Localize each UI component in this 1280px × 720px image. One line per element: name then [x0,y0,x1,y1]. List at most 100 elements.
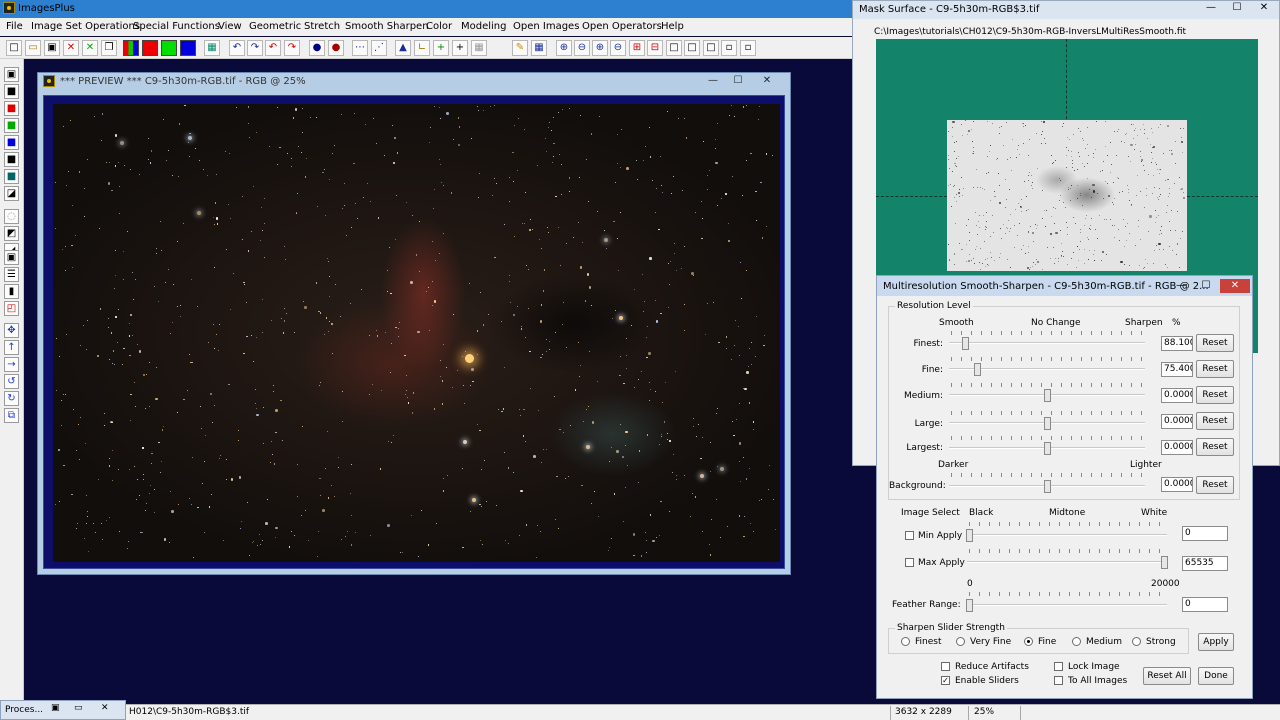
minimized-restore-icon[interactable]: ▣ [51,703,60,713]
select-icon[interactable]: ◰ [4,301,19,316]
largest-reset-button[interactable]: Reset [1196,438,1234,456]
menu-open-images[interactable]: Open Images [513,21,579,32]
mask-close-button[interactable]: ✕ [1251,1,1277,15]
done-button[interactable]: Done [1198,667,1234,685]
preview-titlebar[interactable]: *** PREVIEW *** C9-5h30m-RGB.tif - RGB @… [38,73,790,90]
menu-special-functions[interactable]: Special Functions [133,21,220,32]
to-all-images-checkbox[interactable] [1054,676,1063,685]
blue-box-icon[interactable]: ■ [4,135,19,150]
strength-strong-radio[interactable] [1132,637,1141,646]
feather-slider[interactable] [966,599,973,612]
black-rect-icon[interactable]: ▮ [4,284,19,299]
minimized-close-icon[interactable]: ✕ [101,703,109,713]
minimized-minimize-icon[interactable]: ▭ [74,703,83,713]
large-slider[interactable] [1044,417,1051,430]
enable-sliders-checkbox[interactable]: ✓ [941,676,950,685]
max-apply-checkbox[interactable] [905,558,914,567]
save-icon[interactable]: ▣ [44,40,60,56]
add-icon[interactable]: + [433,40,449,56]
pencil-icon[interactable]: ✎ [512,40,528,56]
red-channel-icon[interactable] [142,40,158,56]
rotate-left-icon[interactable]: ↺ [4,374,19,389]
fine-reset-button[interactable]: Reset [1196,360,1234,378]
fine-slider[interactable] [974,363,981,376]
blue-channel-icon[interactable] [180,40,196,56]
menu-view[interactable]: View [218,21,242,32]
arrow-up-icon[interactable]: ↑ [4,340,19,355]
fine-value[interactable]: 75.4000 [1161,362,1193,377]
table-icon[interactable]: ▦ [531,40,547,56]
select-grid-icon[interactable]: ▦ [471,40,487,56]
zoom-fit-icon[interactable]: ⊕ [592,40,608,56]
minimize-button[interactable]: — [700,74,726,88]
maximize-button[interactable]: ☐ [725,74,751,88]
close-icon[interactable]: ✕ [63,40,79,56]
menu-open-operators[interactable]: Open Operators [582,21,662,32]
max-apply-slider[interactable] [1161,556,1168,569]
save-icon[interactable]: ▣ [4,67,19,82]
mask-titlebar[interactable]: Mask Surface - C9-5h30m-RGB$3.tif — ☐ ✕ [853,1,1279,19]
menu-geometric[interactable]: Geometric [249,21,301,32]
redo-icon[interactable]: ↷ [247,40,263,56]
zoom-out-icon[interactable]: ⊖ [574,40,590,56]
box-arrow-icon[interactable]: ⧉ [4,408,19,423]
feather-value[interactable]: 0 [1182,597,1228,612]
medium-value[interactable]: 0.0000 [1161,388,1193,403]
finest-slider[interactable] [962,337,969,350]
target-icon[interactable]: ▣ [4,250,19,265]
minimized-process-window[interactable]: Proces... ▣ ▭ ✕ [0,700,126,720]
red-box-icon[interactable]: ■ [4,101,19,116]
box3-icon[interactable]: □ [703,40,719,56]
copy-icon[interactable]: ❐ [101,40,117,56]
medium-reset-button[interactable]: Reset [1196,386,1234,404]
close-button[interactable]: ✕ [754,74,780,88]
largest-value[interactable]: 0.0000 [1161,440,1193,455]
crosshair-icon[interactable]: + [452,40,468,56]
dialog-titlebar[interactable]: Multiresolution Smooth-Sharpen - C9-5h30… [877,276,1252,296]
move-points-icon[interactable]: ⋰ [371,40,387,56]
dialog-minimize-button[interactable]: — [1168,279,1194,293]
medium-slider[interactable] [1044,389,1051,402]
point-icon[interactable]: ● [309,40,325,56]
minus-box-icon[interactable]: ⊟ [647,40,663,56]
large-reset-button[interactable]: Reset [1196,412,1234,430]
menu-modeling[interactable]: Modeling [461,21,507,32]
min-apply-value[interactable]: 0 [1182,526,1228,541]
largest-slider[interactable] [1044,442,1051,455]
apply-button[interactable]: Apply [1198,633,1234,651]
preview-image[interactable] [53,104,780,562]
finest-reset-button[interactable]: Reset [1196,334,1234,352]
box2-icon[interactable]: □ [684,40,700,56]
bars-icon[interactable]: ☰ [4,267,19,282]
reset-all-button[interactable]: Reset All [1143,667,1191,685]
move-icon[interactable]: ✥ [4,323,19,338]
layers-icon[interactable]: ■ [4,152,19,167]
dialog-close-button[interactable]: ✕ [1220,279,1250,293]
undo-icon[interactable]: ↶ [229,40,245,56]
reduce-artifacts-checkbox[interactable] [941,662,950,671]
box1-icon[interactable]: □ [666,40,682,56]
strength-fine-radio[interactable] [1024,637,1033,646]
axis-icon[interactable]: ∟ [414,40,430,56]
black-corner-icon[interactable]: ◪ [4,186,19,201]
lasso-icon[interactable]: ◌ [4,209,19,224]
rgb-icon[interactable] [123,40,139,56]
min-apply-slider[interactable] [966,529,973,542]
zoom-actual-icon[interactable]: ⊖ [610,40,626,56]
open-icon[interactable]: ▭ [25,40,41,56]
green-channel-icon[interactable] [161,40,177,56]
plus-box-icon[interactable]: ⊞ [629,40,645,56]
box4-icon[interactable]: ▫ [721,40,737,56]
lock-image-checkbox[interactable] [1054,662,1063,671]
min-apply-checkbox[interactable] [905,531,914,540]
new-icon[interactable]: □ [6,40,22,56]
dialog-maximize-button[interactable]: ☐ [1193,279,1219,293]
menu-help[interactable]: Help [661,21,684,32]
zoom-in-icon[interactable]: ⊕ [556,40,572,56]
menu-smooth-sharpen[interactable]: Smooth Sharpen [345,21,429,32]
mask-minimize-button[interactable]: — [1198,1,1224,15]
background-slider[interactable] [1044,480,1051,493]
menu-file[interactable]: File [6,21,23,32]
mask-maximize-button[interactable]: ☐ [1224,1,1250,15]
undo-all-icon[interactable]: ↶ [265,40,281,56]
